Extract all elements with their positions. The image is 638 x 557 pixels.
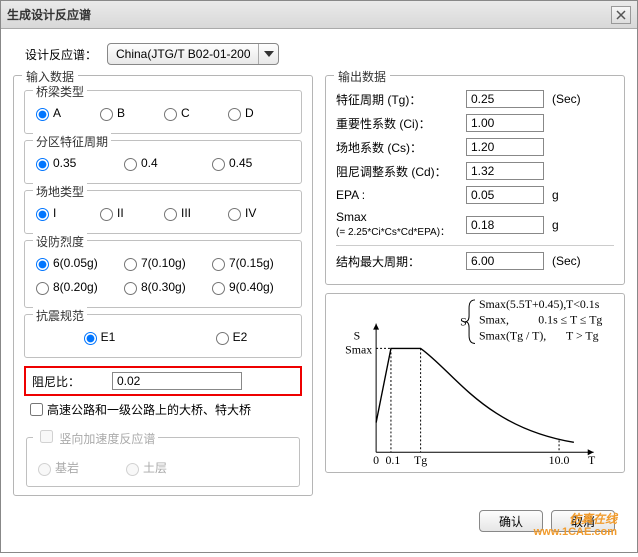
svg-text:10.0: 10.0 bbox=[549, 453, 570, 467]
vertical-accel-group: 竖向加速度反应谱 基岩 土层 bbox=[26, 427, 300, 487]
svg-text:T<0.1s: T<0.1s bbox=[566, 297, 600, 311]
seismic-code-group: 抗震规范 E1 E2 bbox=[24, 314, 302, 358]
svg-text:0.1: 0.1 bbox=[386, 453, 401, 467]
radio-int-4[interactable]: 8(0.30g) bbox=[119, 279, 207, 295]
out-ci-row: 重要性系数 (Ci)： bbox=[336, 114, 614, 132]
radio-int-3[interactable]: 8(0.20g) bbox=[31, 279, 119, 295]
highway-check-row[interactable]: 高速公路和一级公路上的大桥、特大桥 bbox=[24, 396, 302, 423]
radio-site-3[interactable]: III bbox=[159, 205, 223, 221]
radio-int-2[interactable]: 7(0.15g) bbox=[207, 255, 295, 271]
out-ci-field[interactable] bbox=[466, 114, 544, 132]
input-group: 输入数据 桥梁类型 A B C D 分区特征周期 0.35 bbox=[13, 75, 313, 496]
highway-label: 高速公路和一级公路上的大桥、特大桥 bbox=[47, 401, 251, 418]
radio-soil: 土层 bbox=[121, 459, 209, 476]
zone-period-group: 分区特征周期 0.35 0.4 0.45 bbox=[24, 140, 302, 184]
radio-bridge-c[interactable]: C bbox=[159, 105, 223, 121]
svg-text:T > Tg: T > Tg bbox=[566, 329, 599, 343]
out-cd-field[interactable] bbox=[466, 162, 544, 180]
radio-e1[interactable]: E1 bbox=[42, 329, 152, 345]
damping-input[interactable] bbox=[112, 372, 242, 390]
spec-label: 设计反应谱： bbox=[23, 46, 107, 63]
radio-bridge-b[interactable]: B bbox=[95, 105, 159, 121]
highway-checkbox[interactable] bbox=[30, 403, 43, 416]
intensity-group: 设防烈度 6(0.05g) 7(0.10g) 7(0.15g) 8(0.20g)… bbox=[24, 240, 302, 308]
radio-int-0[interactable]: 6(0.05g) bbox=[31, 255, 119, 271]
svg-text:T: T bbox=[588, 453, 596, 467]
radio-site-4[interactable]: IV bbox=[223, 205, 287, 221]
out-tg-field[interactable] bbox=[466, 90, 544, 108]
damping-label: 阻尼比： bbox=[32, 373, 112, 390]
radio-zone-045[interactable]: 0.45 bbox=[207, 155, 295, 171]
site-legend: 场地类型 bbox=[33, 183, 87, 200]
svg-text:Tg: Tg bbox=[414, 453, 427, 467]
radio-site-2[interactable]: II bbox=[95, 205, 159, 221]
radio-zone-04[interactable]: 0.4 bbox=[119, 155, 207, 171]
dialog-body: 设计反应谱： 输入数据 桥梁类型 A B C D bbox=[1, 29, 637, 552]
damping-row: 阻尼比： bbox=[24, 366, 302, 396]
radio-bridge-d[interactable]: D bbox=[223, 105, 287, 121]
radio-bridge-a[interactable]: A bbox=[31, 105, 95, 121]
out-cd-row: 阻尼调整系数 (Cd)： bbox=[336, 162, 614, 180]
close-icon bbox=[616, 10, 626, 20]
radio-int-1[interactable]: 7(0.10g) bbox=[119, 255, 207, 271]
spec-combobox[interactable] bbox=[107, 43, 279, 65]
cancel-button[interactable]: 取消 bbox=[551, 510, 615, 532]
chart-ylabel-s: S bbox=[354, 329, 361, 343]
bridge-legend: 桥梁类型 bbox=[33, 83, 87, 100]
chart-ylabel-smax: Smax bbox=[345, 343, 372, 357]
out-tmax-row: 结构最大周期： (Sec) bbox=[336, 252, 614, 270]
out-tmax-field[interactable] bbox=[466, 252, 544, 270]
svg-text:Smax,: Smax, bbox=[479, 313, 509, 327]
output-legend: 输出数据 bbox=[334, 68, 390, 85]
vertical-accel-checkbox[interactable] bbox=[40, 430, 53, 443]
titlebar: 生成设计反应谱 bbox=[1, 1, 637, 29]
svg-text:0: 0 bbox=[373, 453, 379, 467]
out-epa-field[interactable] bbox=[466, 186, 544, 204]
footer: 确认 取消 仿真在线 www.1CAE.com bbox=[13, 504, 625, 542]
spec-input[interactable] bbox=[108, 47, 258, 61]
chevron-down-icon bbox=[264, 51, 274, 57]
radio-bedrock: 基岩 bbox=[33, 459, 121, 476]
output-group: 输出数据 特征周期 (Tg)： (Sec) 重要性系数 (Ci)： 场地系数 (… bbox=[325, 75, 625, 285]
spectrum-chart: S Smax 0 0.1 Tg 10.0 T S Smax(5.5T+0.45)… bbox=[325, 293, 625, 473]
radio-e2[interactable]: E2 bbox=[174, 329, 284, 345]
dialog-window: 生成设计反应谱 设计反应谱： 输入数据 桥梁类型 A bbox=[0, 0, 638, 553]
ok-button[interactable]: 确认 bbox=[479, 510, 543, 532]
out-smax-field[interactable] bbox=[466, 216, 544, 234]
radio-int-5[interactable]: 9(0.40g) bbox=[207, 279, 295, 295]
out-cs-field[interactable] bbox=[466, 138, 544, 156]
out-cs-row: 场地系数 (Cs)： bbox=[336, 138, 614, 156]
site-type-group: 场地类型 I II III IV bbox=[24, 190, 302, 234]
bridge-type-group: 桥梁类型 A B C D bbox=[24, 90, 302, 134]
close-button[interactable] bbox=[611, 6, 631, 24]
svg-text:Smax(5.5T+0.45),: Smax(5.5T+0.45), bbox=[479, 297, 566, 311]
radio-site-1[interactable]: I bbox=[31, 205, 95, 221]
out-epa-row: EPA : g bbox=[336, 186, 614, 204]
seismic-legend: 抗震规范 bbox=[33, 307, 87, 324]
spec-row: 设计反应谱： bbox=[13, 39, 625, 75]
svg-text:Smax(Tg / T),: Smax(Tg / T), bbox=[479, 329, 546, 343]
spec-dropdown-button[interactable] bbox=[258, 44, 278, 64]
out-tg-row: 特征周期 (Tg)： (Sec) bbox=[336, 90, 614, 108]
zone-legend: 分区特征周期 bbox=[33, 133, 111, 150]
window-title: 生成设计反应谱 bbox=[7, 6, 611, 23]
radio-zone-035[interactable]: 0.35 bbox=[31, 155, 119, 171]
intensity-legend: 设防烈度 bbox=[33, 233, 87, 250]
svg-text:0.1s ≤ T ≤ Tg: 0.1s ≤ T ≤ Tg bbox=[538, 313, 602, 327]
out-smax-row: Smax (= 2.25*Ci*Cs*Cd*EPA)： g bbox=[336, 210, 614, 239]
